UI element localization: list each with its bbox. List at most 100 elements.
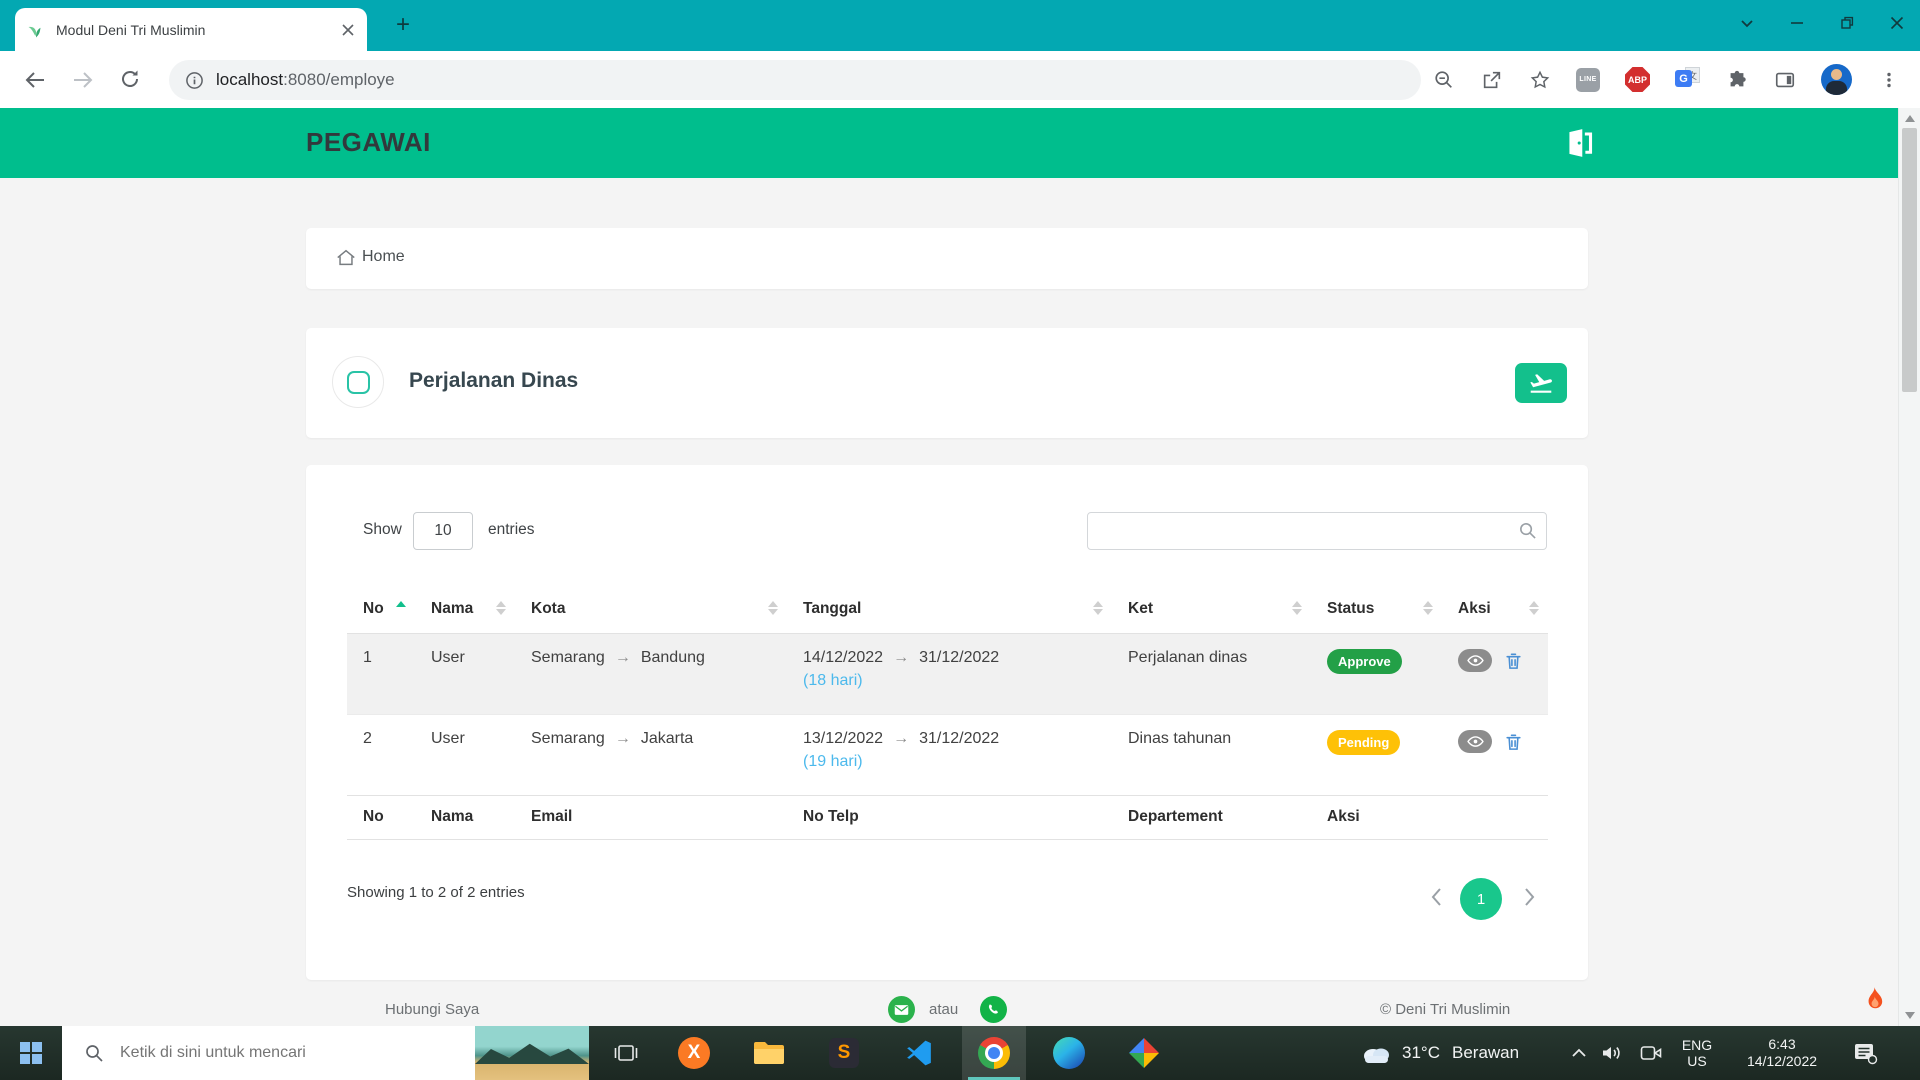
sublime-text-icon[interactable]: S	[812, 1026, 876, 1080]
back-button[interactable]	[22, 67, 48, 93]
debug-toolbar-flame-icon[interactable]	[1860, 986, 1888, 1016]
entries-label: entries	[488, 521, 535, 538]
weather-widget[interactable]: 31°C Berawan	[1360, 1026, 1519, 1080]
delete-button[interactable]	[1504, 732, 1523, 752]
panel-logo-circle	[332, 356, 384, 408]
scroll-up-icon[interactable]	[1905, 115, 1915, 122]
google-translate-extension-icon[interactable]: 文 G	[1675, 67, 1700, 92]
action-center-icon[interactable]	[1852, 1026, 1878, 1080]
windows-logo-icon	[20, 1042, 42, 1064]
desktop: Modul Deni Tri Muslimin + localhost:8080…	[0, 0, 1920, 1080]
table-search-input[interactable]	[1087, 512, 1547, 550]
cloud-icon	[1364, 1048, 1389, 1063]
meet-now-icon[interactable]	[1639, 1026, 1663, 1080]
footer-column-email: Email	[515, 794, 787, 840]
column-header-status[interactable]: Status	[1311, 585, 1442, 634]
chrome-logo	[978, 1037, 1010, 1069]
panel-header-card: Perjalanan Dinas	[306, 328, 1588, 438]
profile-avatar[interactable]	[1821, 64, 1852, 95]
browser-toolbar: localhost:8080/employe LINE ABP 文 G	[0, 51, 1920, 109]
taskbar-search[interactable]	[62, 1026, 589, 1080]
column-header-aksi[interactable]: Aksi	[1442, 585, 1548, 634]
column-header-ket[interactable]: Ket	[1112, 585, 1311, 634]
share-icon[interactable]	[1480, 68, 1503, 91]
cell-aksi	[1442, 714, 1548, 795]
clock-widget[interactable]: 6:43 14/12/2022	[1728, 1026, 1836, 1080]
sort-icon	[1529, 601, 1539, 615]
cell-tanggal: 13/12/2022 → 31/12/2022 (19 hari)	[787, 714, 1112, 795]
site-info-icon[interactable]	[185, 71, 204, 90]
browser-tab[interactable]: Modul Deni Tri Muslimin	[15, 8, 367, 51]
search-icon	[84, 1043, 104, 1063]
edge-icon[interactable]	[1037, 1026, 1101, 1080]
or-label: atau	[929, 1001, 959, 1018]
footer-column-nama: Nama	[415, 794, 515, 840]
arrow-right-icon: →	[893, 729, 910, 747]
search-icon	[1518, 521, 1537, 540]
status-badge-pending: Pending	[1327, 729, 1401, 755]
language-indicator[interactable]: ENG US	[1675, 1026, 1719, 1080]
search-highlight-image[interactable]	[475, 1026, 589, 1080]
taskbar-search-input[interactable]	[118, 1043, 475, 1063]
breadcrumb-home-link[interactable]: Home	[362, 248, 405, 266]
extensions-puzzle-icon[interactable]	[1725, 68, 1748, 91]
zoom-out-icon[interactable]	[1432, 68, 1455, 91]
sort-icon	[1292, 601, 1302, 615]
close-button[interactable]	[1886, 12, 1908, 34]
new-tab-button[interactable]: +	[392, 13, 414, 37]
sort-icon	[1093, 601, 1103, 615]
chrome-icon[interactable]	[962, 1026, 1026, 1080]
browser-menu-kebab-icon[interactable]	[1877, 68, 1900, 91]
contact-link[interactable]: Hubungi Saya	[385, 1001, 479, 1018]
minimize-button[interactable]	[1786, 12, 1808, 34]
page-scrollbar[interactable]	[1898, 108, 1920, 1026]
page-size-select[interactable]: 10	[413, 512, 473, 550]
reload-button[interactable]	[118, 67, 144, 93]
column-header-no[interactable]: No	[347, 585, 415, 634]
page-number-button[interactable]: 1	[1460, 878, 1502, 920]
task-view-button[interactable]	[598, 1026, 654, 1080]
edge-logo	[1053, 1037, 1085, 1069]
previous-page-icon[interactable]	[1430, 887, 1442, 907]
weather-desc: Berawan	[1451, 1043, 1520, 1062]
forward-button[interactable]	[70, 67, 96, 93]
bookmark-star-icon[interactable]	[1528, 68, 1551, 91]
sort-icon	[768, 601, 778, 615]
volume-icon[interactable]	[1600, 1026, 1624, 1080]
sort-icon	[1423, 601, 1433, 615]
scroll-down-icon[interactable]	[1905, 1012, 1915, 1019]
scrollbar-thumb[interactable]	[1902, 128, 1917, 392]
duration-label: (19 hari)	[803, 752, 863, 770]
restore-button[interactable]	[1836, 12, 1858, 34]
start-button[interactable]	[0, 1026, 62, 1080]
column-header-nama[interactable]: Nama	[415, 585, 515, 634]
tab-search-chevron-icon[interactable]	[1736, 12, 1758, 34]
next-page-icon[interactable]	[1524, 887, 1536, 907]
cell-ket: Dinas tahunan	[1128, 729, 1232, 747]
tray-overflow-chevron-icon[interactable]	[1571, 1026, 1587, 1080]
pinwheel-app-icon[interactable]	[1112, 1026, 1176, 1080]
line-extension-icon[interactable]: LINE	[1576, 67, 1600, 92]
sort-icon	[496, 601, 506, 615]
phone-icon[interactable]	[980, 996, 1007, 1023]
view-button[interactable]	[1458, 729, 1492, 753]
column-header-tanggal[interactable]: Tanggal	[787, 585, 1112, 634]
footer-column-departement: Departement	[1112, 794, 1311, 840]
copyright-label: © Deni Tri Muslimin	[1380, 1001, 1511, 1018]
sort-asc-icon	[396, 601, 406, 607]
avatar-head	[1831, 69, 1842, 80]
view-button[interactable]	[1458, 648, 1492, 672]
address-bar[interactable]: localhost:8080/employe	[169, 60, 1421, 100]
add-trip-button[interactable]	[1515, 363, 1567, 403]
tab-close-icon[interactable]	[341, 23, 355, 37]
file-explorer-icon[interactable]	[737, 1026, 801, 1080]
column-header-kota[interactable]: Kota	[515, 585, 787, 634]
xampp-icon[interactable]: X	[662, 1026, 726, 1080]
logout-door-icon[interactable]	[1563, 125, 1599, 161]
vscode-icon[interactable]	[887, 1026, 951, 1080]
email-icon[interactable]	[888, 996, 915, 1023]
delete-button[interactable]	[1504, 651, 1523, 671]
show-label: Show	[363, 521, 402, 538]
side-panel-icon[interactable]	[1773, 68, 1796, 91]
adblock-plus-extension-icon[interactable]: ABP	[1625, 67, 1650, 92]
